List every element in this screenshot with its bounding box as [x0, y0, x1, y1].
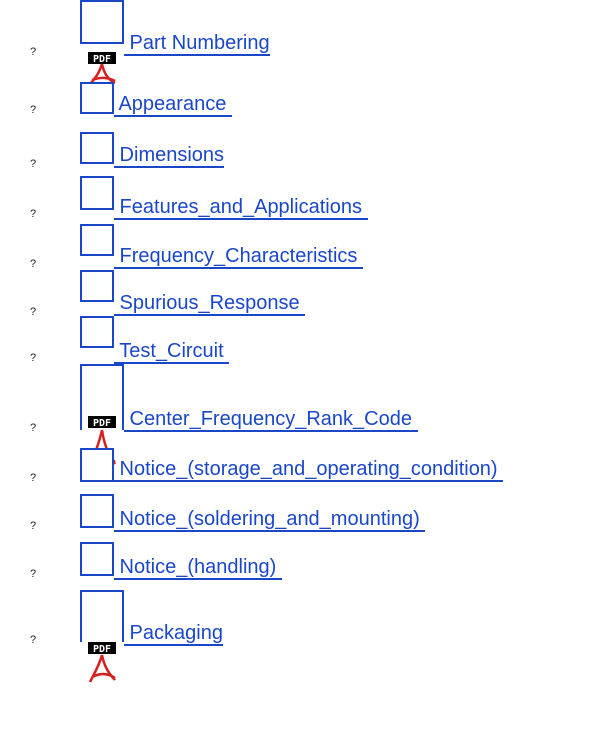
bullet: ?	[30, 208, 37, 220]
list-item: ? PDF Part Numbering	[0, 0, 596, 90]
document-icon	[80, 448, 114, 528]
image-icon	[80, 224, 114, 302]
link-label: Test_Circuit	[114, 340, 230, 364]
document-icon	[80, 494, 114, 574]
bullet: ?	[30, 634, 37, 646]
image-icon	[80, 270, 114, 348]
image-icon	[80, 316, 114, 394]
svg-text:PDF: PDF	[93, 54, 111, 65]
bullet: ?	[30, 422, 37, 434]
bullet: ?	[30, 472, 37, 484]
bullet: ?	[30, 46, 37, 58]
bullet: ?	[30, 104, 37, 116]
link-label: Notice_(handling)	[114, 556, 282, 580]
pdf-icon: PDF	[80, 364, 124, 476]
bullet: ?	[30, 520, 37, 532]
link-label: Dimensions	[114, 144, 225, 168]
bullet: ?	[30, 352, 37, 364]
bullet: ?	[30, 158, 37, 170]
image-icon	[80, 82, 114, 160]
bullet: ?	[30, 258, 37, 270]
link-label: Part Numbering	[124, 32, 270, 56]
pdf-icon: PDF	[80, 0, 124, 90]
link-label: Center_Frequency_Rank_Code	[124, 408, 418, 432]
link-label: Spurious_Response	[114, 292, 306, 316]
image-icon	[80, 132, 114, 210]
link-label: Notice_(soldering_and_mounting)	[114, 508, 426, 532]
pdf-icon: PDF	[80, 590, 124, 688]
svg-text:PDF: PDF	[93, 418, 111, 429]
bullet: ?	[30, 568, 37, 580]
link-center-frequency-rank-code[interactable]: PDF Center_Frequency_Rank_Code	[80, 364, 418, 476]
link-label: Frequency_Characteristics	[114, 245, 363, 269]
link-label: Features_and_Applications	[114, 196, 368, 220]
link-label: Appearance	[114, 93, 232, 117]
svg-text:PDF: PDF	[93, 644, 111, 655]
link-label: Packaging	[124, 622, 223, 646]
document-icon	[80, 176, 114, 256]
list-item: ? PDF Center_Frequency_Rank_Code	[0, 364, 596, 476]
document-icon	[80, 542, 114, 622]
list-item: ? PDF Packaging	[0, 590, 596, 688]
link-packaging[interactable]: PDF Packaging	[80, 590, 223, 688]
link-label: Notice_(storage_and_operating_condition)	[114, 458, 504, 482]
